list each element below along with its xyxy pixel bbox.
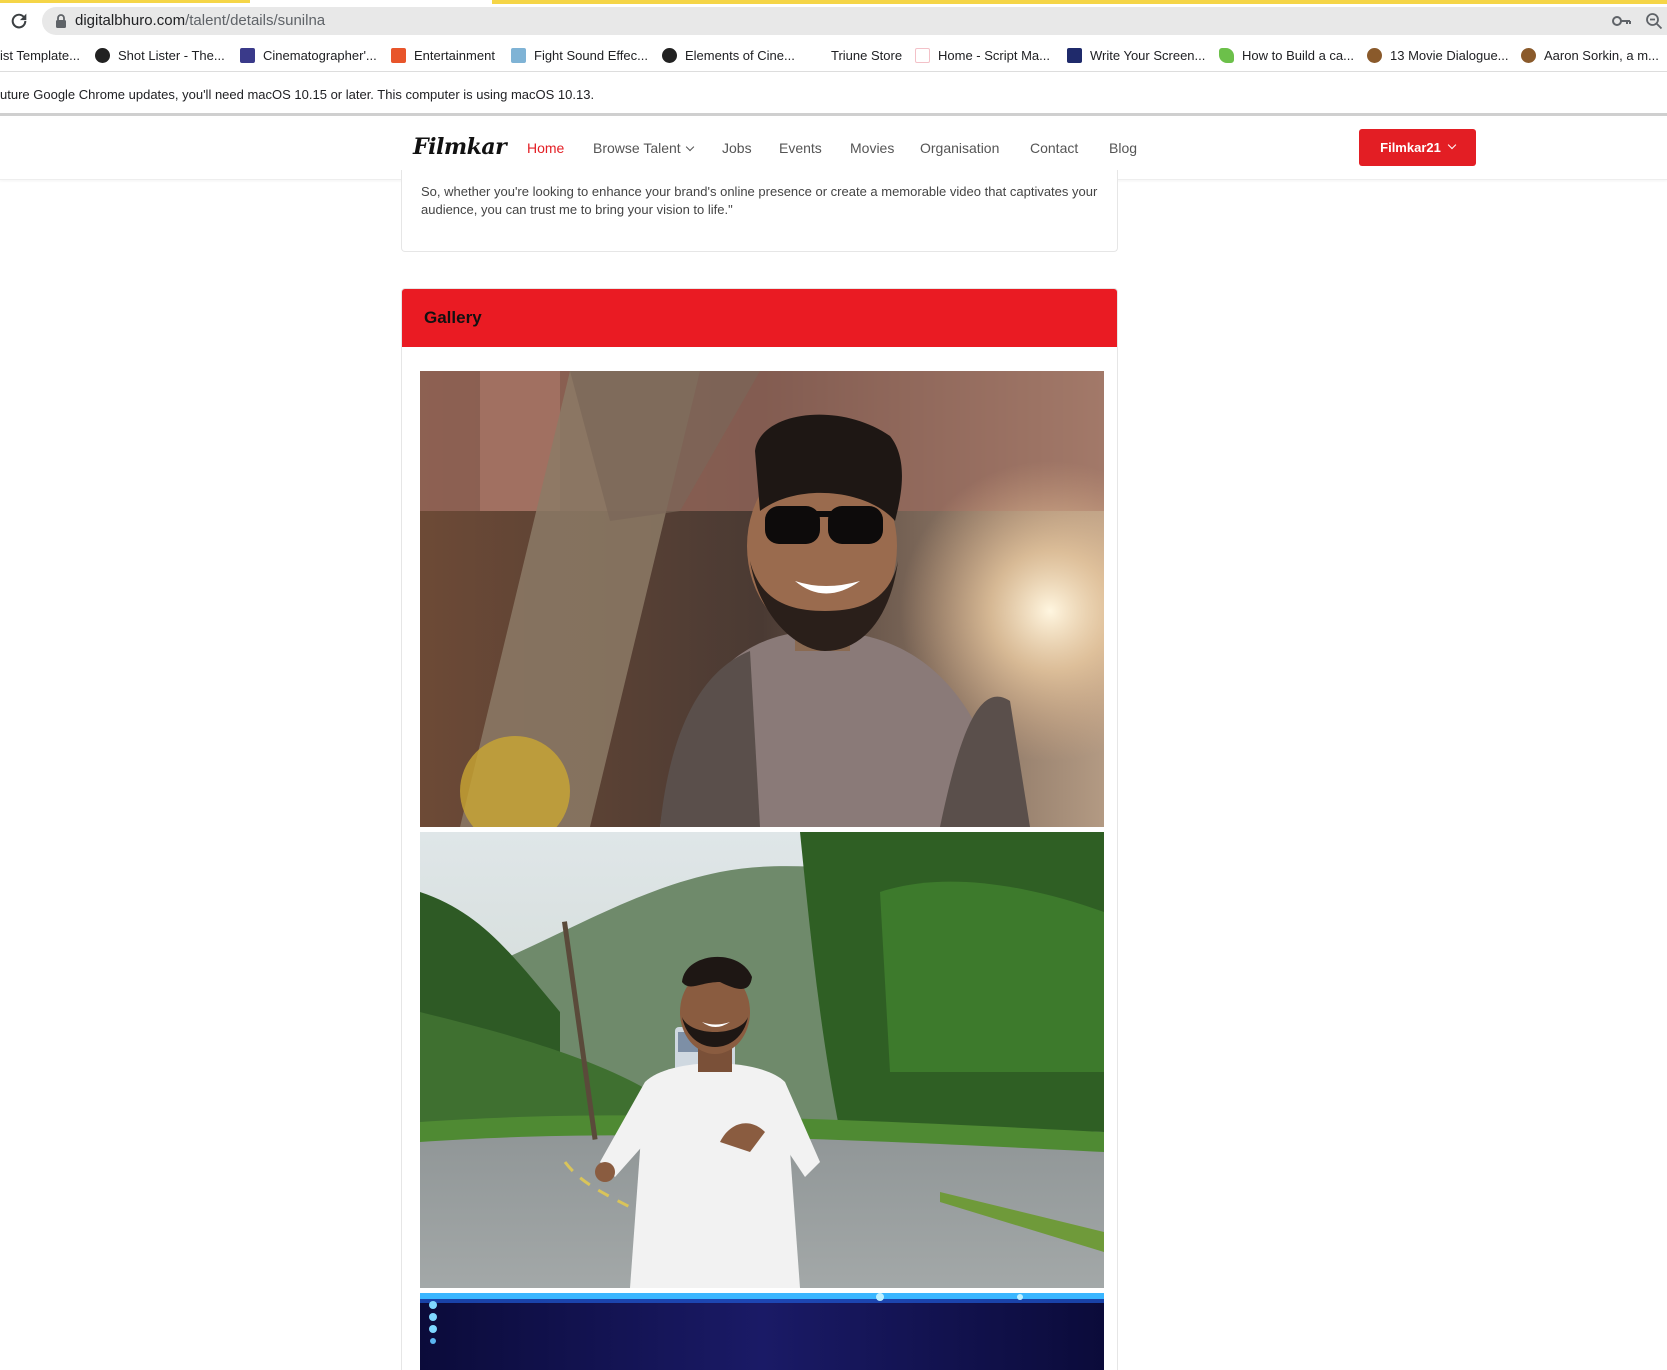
road-photo — [420, 832, 1104, 1288]
bookmark-item[interactable]: Cinematographer'... — [240, 46, 377, 64]
about-text: So, whether you're looking to enhance yo… — [421, 184, 1098, 217]
url-path: /talent/details/sunilna — [185, 12, 326, 29]
gallery-photo[interactable] — [420, 371, 1104, 827]
bookmark-item[interactable]: ist Template... — [0, 46, 80, 64]
user-menu-label: Filmkar21 — [1380, 140, 1441, 155]
screenplay-icon — [1067, 47, 1082, 63]
infobar-message: uture Google Chrome updates, you'll need… — [0, 87, 595, 102]
gallery-card: Gallery — [401, 288, 1118, 1370]
green-leaf-icon — [1219, 47, 1234, 63]
nav-blog[interactable]: Blog — [1109, 140, 1137, 156]
user-menu-button[interactable]: Filmkar21 — [1359, 129, 1476, 166]
nav-contact[interactable]: Contact — [1030, 140, 1078, 156]
url-field[interactable]: digitalbhuro.com/talent/details/sunilna — [42, 7, 1667, 35]
chevron-down-icon — [1447, 140, 1457, 149]
bookmark-label: Entertainment — [414, 47, 495, 63]
night-lights-photo — [420, 1293, 1104, 1370]
bookmark-item[interactable]: Home - Script Ma... — [915, 46, 1050, 64]
bookmark-label: 13 Movie Dialogue... — [1390, 47, 1509, 63]
gallery-title: Gallery — [424, 308, 482, 327]
bookmark-item[interactable]: Write Your Screen... — [1067, 46, 1205, 64]
bookmark-label: How to Build a ca... — [1242, 47, 1354, 63]
bookmark-item[interactable]: Aaron Sorkin, a m... — [1521, 46, 1659, 64]
gallery-header: Gallery — [402, 289, 1117, 347]
zoom-icon[interactable] — [1645, 12, 1663, 30]
bookmark-item[interactable]: Fight Sound Effec... — [511, 46, 648, 64]
site-logo[interactable]: Filmkar — [413, 134, 507, 160]
bookmark-item[interactable]: Elements of Cine... — [662, 46, 795, 64]
url-text[interactable]: digitalbhuro.com/talent/details/sunilna — [75, 12, 325, 29]
bookmark-label: Cinematographer'... — [263, 47, 377, 63]
sound-icon — [511, 47, 526, 63]
key-icon[interactable] — [1611, 12, 1631, 30]
bookmark-label: Triune Store — [831, 47, 903, 63]
chrome-update-infobar: uture Google Chrome updates, you'll need… — [0, 72, 1667, 116]
bookmark-item[interactable]: 13 Movie Dialogue... — [1367, 46, 1509, 64]
bookmark-label: Elements of Cine... — [685, 47, 795, 63]
portrait-icon — [1521, 47, 1536, 63]
bookmark-label: Shot Lister - The... — [118, 47, 225, 63]
film-icon — [240, 47, 255, 63]
bookmarks-bar: ist Template... Shot Lister - The... Cin… — [0, 38, 1667, 72]
nav-events[interactable]: Events — [779, 140, 822, 156]
bookmark-item[interactable]: Triune Store — [831, 46, 902, 64]
reload-icon[interactable] — [8, 10, 30, 32]
globe-icon — [662, 47, 677, 63]
gallery-photo[interactable] — [420, 1293, 1104, 1370]
chevron-down-icon — [685, 142, 694, 152]
globe-icon — [95, 47, 110, 63]
gallery-photo[interactable] — [420, 832, 1104, 1288]
bookmark-label: Fight Sound Effec... — [534, 47, 648, 63]
script-icon — [915, 47, 930, 63]
lock-icon[interactable] — [54, 13, 68, 29]
portrait-icon — [1367, 47, 1382, 63]
nav-movies[interactable]: Movies — [850, 140, 894, 156]
bookmark-label: Aaron Sorkin, a m... — [1544, 47, 1659, 63]
about-card: So, whether you're looking to enhance yo… — [401, 170, 1118, 252]
bookmark-item[interactable]: Entertainment — [391, 46, 495, 64]
bookmark-item[interactable]: Shot Lister - The... — [95, 46, 225, 64]
nav-home[interactable]: Home — [527, 140, 564, 156]
bookmark-label: Write Your Screen... — [1090, 47, 1206, 63]
bookmark-label: ist Template... — [0, 47, 80, 63]
bookmark-label: Home - Script Ma... — [938, 47, 1050, 63]
portrait-photo-sunglasses — [420, 371, 1104, 827]
url-host: digitalbhuro.com — [75, 12, 186, 29]
nav-browse-talent-label: Browse Talent — [593, 140, 681, 156]
browser-address-bar: digitalbhuro.com/talent/details/sunilna — [0, 4, 1667, 38]
s-logo-icon — [391, 47, 406, 63]
bookmark-item[interactable]: How to Build a ca... — [1219, 46, 1354, 64]
nav-browse-talent[interactable]: Browse Talent — [593, 140, 694, 156]
nav-jobs[interactable]: Jobs — [722, 140, 752, 156]
nav-organisation[interactable]: Organisation — [920, 140, 999, 156]
